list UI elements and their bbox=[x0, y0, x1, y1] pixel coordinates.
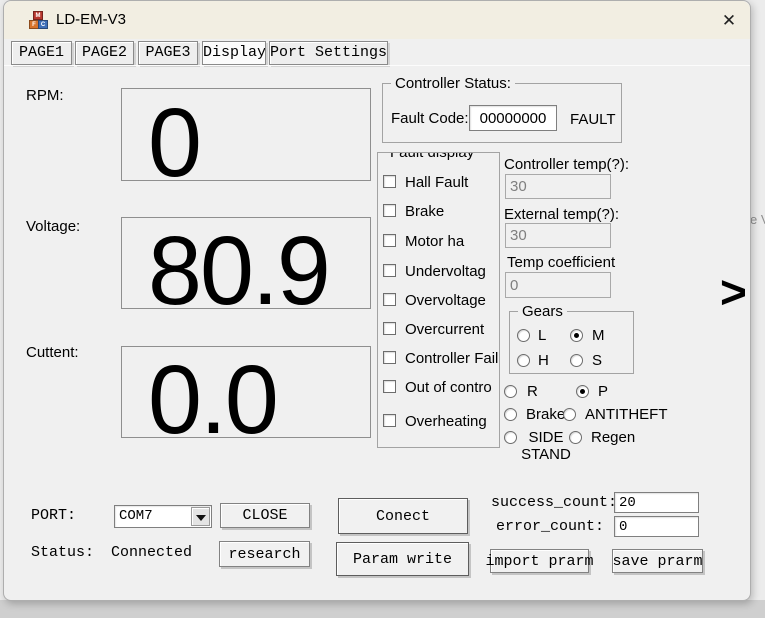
radio-gear-h-label: H bbox=[538, 352, 549, 369]
controller-temp-label: Controller temp(?): bbox=[504, 156, 629, 173]
gears-legend: Gears bbox=[518, 303, 567, 320]
checkbox-out-of-control[interactable] bbox=[383, 380, 396, 393]
status-label: Status: bbox=[31, 544, 94, 561]
external-temp-label: External temp(?): bbox=[504, 206, 619, 223]
import-param-button[interactable]: import prarm bbox=[490, 549, 589, 573]
checkbox-overcurrent-label: Overcurrent bbox=[405, 321, 484, 338]
app-icon: M F C bbox=[29, 11, 49, 31]
current-value: 0.0 bbox=[122, 339, 277, 445]
radio-mode-regen[interactable] bbox=[569, 431, 582, 444]
radio-mode-p[interactable] bbox=[576, 385, 589, 398]
background-window-partial-text: e V bbox=[750, 212, 765, 227]
temp-coefficient-field[interactable] bbox=[505, 272, 611, 298]
title-bar[interactable]: M F C LD-EM-V3 ✕ bbox=[4, 1, 750, 39]
tab-page2[interactable]: PAGE2 bbox=[75, 41, 134, 65]
success-count-field[interactable] bbox=[614, 492, 699, 513]
radio-mode-antitheft[interactable] bbox=[563, 408, 576, 421]
checkbox-overheating-label: Overheating bbox=[405, 413, 487, 430]
radio-gear-m[interactable] bbox=[570, 329, 583, 342]
current-display: 0.0 bbox=[121, 346, 371, 438]
radio-gear-m-label: M bbox=[592, 327, 605, 344]
connect-button[interactable]: Conect bbox=[338, 498, 468, 534]
research-button[interactable]: research bbox=[219, 541, 310, 567]
current-label: Cuttent: bbox=[26, 344, 79, 361]
radio-mode-brake[interactable] bbox=[504, 408, 517, 421]
expand-panel-arrow[interactable]: > bbox=[720, 269, 747, 315]
radio-gear-l-label: L bbox=[538, 327, 546, 344]
radio-mode-p-label: P bbox=[598, 383, 608, 400]
status-value: Connected bbox=[111, 544, 192, 561]
port-combobox-value: COM7 bbox=[119, 508, 153, 524]
port-label: PORT: bbox=[31, 507, 76, 524]
controller-status-group: Controller Status: Fault Code: FAULT bbox=[382, 83, 622, 143]
radio-mode-side-stand[interactable] bbox=[504, 431, 517, 444]
tab-page1[interactable]: PAGE1 bbox=[11, 41, 72, 65]
radio-gear-h[interactable] bbox=[517, 354, 530, 367]
fault-status-text: FAULT bbox=[570, 111, 616, 128]
error-count-field[interactable] bbox=[614, 516, 699, 537]
checkbox-overvoltage[interactable] bbox=[383, 293, 396, 306]
checkbox-out-of-control-label: Out of contro bbox=[405, 379, 492, 396]
port-combobox[interactable]: COM7 bbox=[114, 505, 212, 528]
rpm-value: 0 bbox=[122, 82, 200, 188]
voltage-value: 80.9 bbox=[122, 210, 329, 316]
radio-mode-r-label: R bbox=[527, 383, 538, 400]
temp-coefficient-label: Temp coefficient bbox=[507, 254, 615, 271]
fault-code-label: Fault Code: bbox=[391, 110, 469, 127]
controller-status-legend: Controller Status: bbox=[391, 75, 515, 92]
fault-display-group: Fault display Hall Fault Brake Motor ha … bbox=[377, 152, 500, 448]
checkbox-hall-fault[interactable] bbox=[383, 175, 396, 188]
chevron-down-icon bbox=[196, 515, 206, 521]
radio-mode-regen-label: Regen bbox=[591, 429, 635, 446]
port-combobox-button[interactable] bbox=[191, 507, 210, 526]
checkbox-controller-failure[interactable] bbox=[383, 351, 396, 364]
app-window: M F C LD-EM-V3 ✕ PAGE1 PAGE2 PAGE3 Displ… bbox=[3, 0, 751, 601]
app-icon-block-c: C bbox=[38, 20, 48, 29]
gears-group: Gears L M H S bbox=[509, 311, 634, 374]
close-icon[interactable]: ✕ bbox=[718, 10, 740, 32]
checkbox-hall-fault-label: Hall Fault bbox=[405, 174, 468, 191]
voltage-display: 80.9 bbox=[121, 217, 371, 309]
checkbox-overheating[interactable] bbox=[383, 414, 396, 427]
rpm-label: RPM: bbox=[26, 87, 64, 104]
radio-gear-l[interactable] bbox=[517, 329, 530, 342]
radio-gear-s-label: S bbox=[592, 352, 602, 369]
app-icon-block-m: M bbox=[33, 11, 43, 20]
close-port-button[interactable]: CLOSE bbox=[220, 503, 310, 528]
checkbox-controller-failure-label: Controller Failure bbox=[405, 350, 500, 367]
desktop-background bbox=[0, 600, 765, 618]
external-temp-field[interactable] bbox=[505, 223, 611, 248]
fault-code-field[interactable] bbox=[469, 105, 557, 131]
radio-mode-antitheft-label: ANTITHEFT bbox=[585, 406, 668, 423]
checkbox-motor-hall-label: Motor ha bbox=[405, 233, 464, 250]
rpm-display: 0 bbox=[121, 88, 371, 181]
checkbox-overvoltage-label: Overvoltage bbox=[405, 292, 486, 309]
voltage-label: Voltage: bbox=[26, 218, 80, 235]
radio-mode-side-stand-label: SIDE STAND bbox=[520, 429, 572, 463]
checkbox-undervoltage[interactable] bbox=[383, 264, 396, 277]
radio-mode-r[interactable] bbox=[504, 385, 517, 398]
error-count-label: error_count: bbox=[496, 518, 604, 535]
radio-gear-s[interactable] bbox=[570, 354, 583, 367]
checkbox-brake-fault[interactable] bbox=[383, 204, 396, 217]
tab-page3[interactable]: PAGE3 bbox=[138, 41, 198, 65]
checkbox-overcurrent[interactable] bbox=[383, 322, 396, 335]
tab-port-settings[interactable]: Port Settings bbox=[269, 41, 388, 65]
checkbox-motor-hall[interactable] bbox=[383, 234, 396, 247]
checkbox-brake-fault-label: Brake bbox=[405, 203, 444, 220]
fault-display-legend: Fault display bbox=[386, 152, 478, 161]
checkbox-undervoltage-label: Undervoltag bbox=[405, 263, 486, 280]
success-count-label: success_count: bbox=[491, 494, 617, 511]
param-write-button[interactable]: Param write bbox=[336, 542, 469, 576]
save-param-button[interactable]: save prarm bbox=[612, 549, 703, 573]
tab-display[interactable]: Display bbox=[202, 41, 266, 65]
controller-temp-field[interactable] bbox=[505, 174, 611, 199]
window-title: LD-EM-V3 bbox=[56, 11, 126, 28]
tab-page-edge bbox=[4, 65, 750, 66]
radio-mode-brake-label: Brake bbox=[526, 406, 565, 423]
